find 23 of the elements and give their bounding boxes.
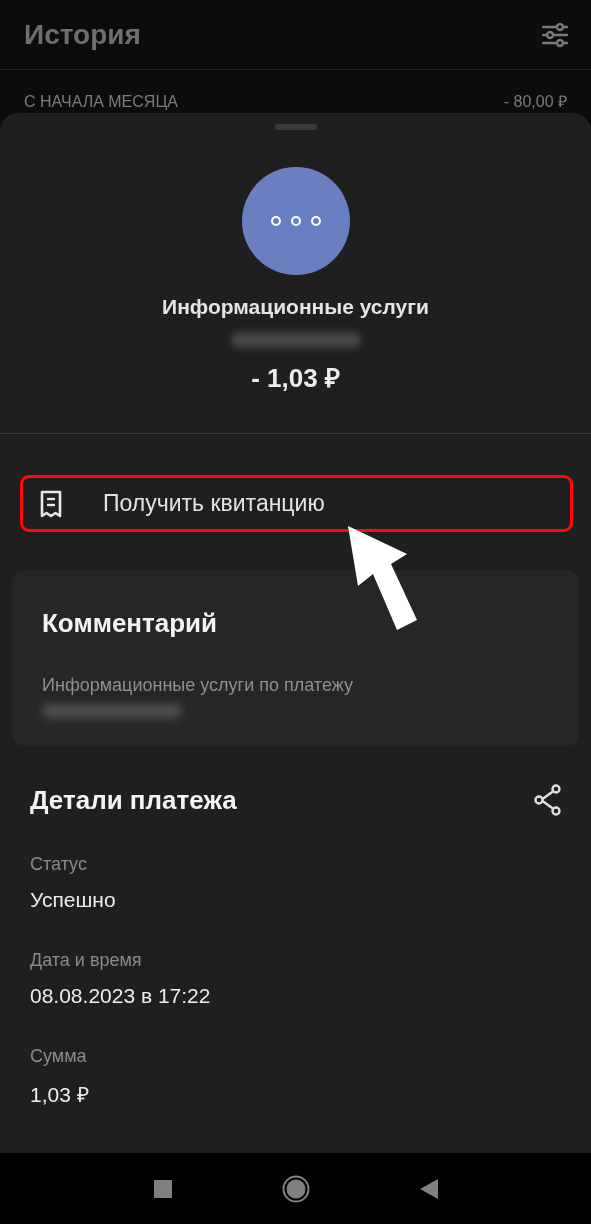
recents-icon[interactable] xyxy=(153,1179,172,1198)
filter-icon[interactable] xyxy=(541,21,569,48)
field-label: Сумма xyxy=(30,1046,88,1067)
field-label: Дата и время xyxy=(30,950,143,971)
field-label: Статус xyxy=(30,854,88,875)
payee-name: Информационные услуги xyxy=(162,295,429,319)
comment-text: Информационные услуги по платежу xyxy=(42,675,354,696)
field-value: 08.08.2023 в 17:22 xyxy=(30,984,212,1008)
field-value: Успешно xyxy=(30,888,117,912)
drag-handle[interactable] xyxy=(274,124,317,130)
page-title: История xyxy=(24,18,141,51)
field-value: 1,03 ₽ xyxy=(30,1082,90,1108)
summary-amount: - 80,00 ₽ xyxy=(503,93,567,112)
comment-title: Комментарий xyxy=(42,608,219,639)
details-title: Детали платежа xyxy=(30,784,237,816)
receipt-button[interactable]: Получить квитанцию xyxy=(20,475,573,532)
back-icon[interactable] xyxy=(419,1178,438,1199)
home-icon[interactable] xyxy=(281,1174,310,1203)
receipt-icon xyxy=(39,488,63,519)
summary-label: С НАЧАЛА МЕСЯЦА xyxy=(24,93,178,112)
more-icon xyxy=(241,167,350,275)
share-icon[interactable] xyxy=(533,784,563,816)
payment-amount: - 1,03 ₽ xyxy=(251,362,340,395)
